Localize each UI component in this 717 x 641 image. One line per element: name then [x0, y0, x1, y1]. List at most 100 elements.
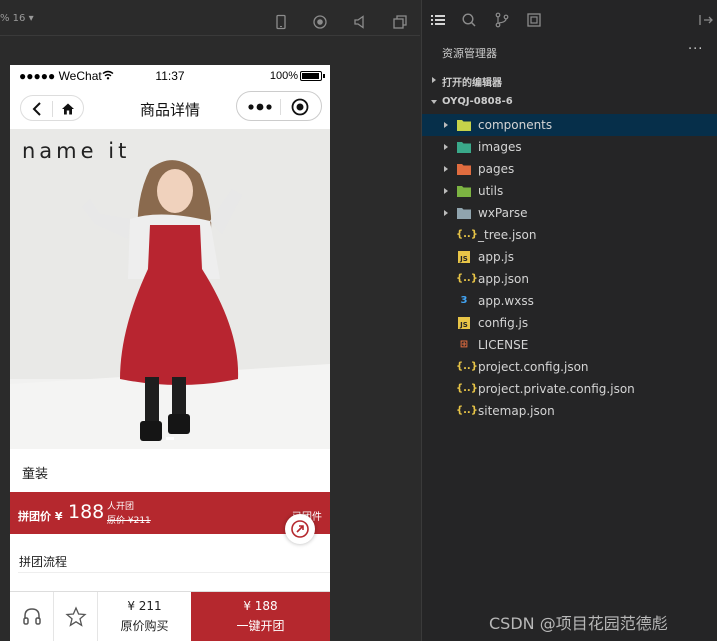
tree-file[interactable]: {..} app.json [422, 268, 717, 290]
chevron-right-icon[interactable] [442, 165, 450, 173]
status-bar: ●●●●● WeChat 11:37 100% [10, 65, 330, 87]
group-price-label: 拼团价 ¥ [18, 510, 63, 523]
tree-file[interactable]: JS app.js [422, 246, 717, 268]
chevron-right-icon[interactable] [442, 187, 450, 195]
battery-cap [323, 74, 325, 78]
record-icon[interactable] [312, 14, 328, 30]
swiper-indicator [166, 437, 174, 440]
chevron-right-icon[interactable] [442, 209, 450, 217]
tree-file[interactable]: JS config.js [422, 312, 717, 334]
tree-file[interactable]: 3 app.wxss [422, 290, 717, 312]
explorer-icon[interactable] [430, 12, 446, 28]
devtools-window: % 16 ▾ ●●●●● WeChat 11:37 100% 商品详情 name… [0, 0, 717, 641]
tree-folder[interactable]: utils [422, 180, 717, 202]
buy-original-price: ¥ 211 [127, 599, 162, 613]
section-project[interactable]: OYQJ-0808-6 [422, 93, 717, 113]
tree-item-label: utils [478, 184, 504, 198]
source-control-icon[interactable] [494, 12, 510, 28]
css-icon: 3 [460, 295, 468, 306]
detach-window-icon[interactable] [392, 14, 408, 30]
tree-file[interactable]: ⊞ LICENSE [422, 334, 717, 356]
buy-original-label: 原价购买 [120, 619, 169, 633]
section-open-editors[interactable]: 打开的编辑器 [422, 71, 717, 91]
tree-item-label: components [478, 118, 553, 132]
chevron-down-icon [431, 100, 437, 104]
license-icon: ⊞ [459, 339, 469, 350]
tree-file[interactable]: {..} project.private.config.json [422, 378, 717, 400]
headset-icon [23, 608, 41, 625]
tree-item-label: wxParse [478, 206, 528, 220]
tree-item-label: project.private.config.json [478, 382, 635, 396]
tree-item-label: project.config.json [478, 360, 589, 374]
activity-toolbar [422, 4, 717, 36]
tree-folder[interactable]: wxParse [422, 202, 717, 224]
favorite-button[interactable] [54, 592, 98, 641]
battery-icon [300, 71, 322, 81]
more-icon[interactable] [247, 100, 273, 114]
phone-icon[interactable] [273, 14, 289, 30]
tree-item-label: config.js [478, 316, 529, 330]
folder-pages-icon [457, 164, 471, 175]
explorer-title: 资源管理器 [442, 47, 497, 60]
volume-icon[interactable] [352, 14, 368, 30]
chevron-right-icon[interactable] [442, 143, 450, 151]
explorer-panel: 资源管理器 ··· 打开的编辑器 OYQJ-0808-6 components i… [421, 0, 717, 641]
original-price-text: 原价 ¥211 [107, 516, 151, 526]
battery-percent: 100% [269, 70, 298, 82]
folder-icon [457, 208, 471, 219]
tree-item-label: app.wxss [478, 294, 534, 308]
folder-components-icon [457, 120, 471, 131]
divider [18, 572, 330, 573]
tree-item-label: pages [478, 162, 515, 176]
zoom-select[interactable]: % 16 ▾ [0, 13, 34, 24]
tree-item-label: images [478, 140, 522, 154]
group-price-value: 188 [68, 501, 105, 523]
tree-file[interactable]: {..} _tree.json [422, 224, 717, 246]
simulator-toolbar: % 16 ▾ [0, 4, 420, 36]
chevron-right-icon[interactable] [442, 121, 450, 129]
js-icon: JS [458, 251, 470, 263]
buy-original-button[interactable]: ¥ 211 原价购买 [98, 592, 191, 641]
navigation-bar: 商品详情 [10, 87, 330, 129]
more-actions-icon[interactable]: ··· [688, 42, 703, 57]
json-icon: {..} [456, 361, 478, 372]
section-project-label: OYQJ-0808-6 [442, 96, 513, 107]
capsule-divider [280, 99, 281, 115]
menu-capsule [236, 91, 322, 121]
folder-utils-icon [457, 186, 471, 197]
brand-logo: name it [22, 139, 131, 163]
tree-item-label: sitemap.json [478, 404, 555, 418]
json-icon: {..} [456, 229, 478, 240]
tree-folder[interactable]: components [422, 114, 717, 136]
tree-file[interactable]: {..} sitemap.json [422, 400, 717, 422]
star-icon [65, 606, 87, 627]
tree-folder[interactable]: pages [422, 158, 717, 180]
start-group-button[interactable]: ¥ 188 一键开团 [191, 592, 330, 641]
start-group-label: 一键开团 [236, 619, 285, 633]
json-icon: {..} [456, 405, 478, 416]
json-icon: {..} [456, 273, 478, 284]
close-miniprogram-icon[interactable] [291, 98, 309, 116]
json-icon: {..} [456, 383, 478, 394]
tree-item-label: app.json [478, 272, 529, 286]
split-editor-icon[interactable] [698, 12, 714, 28]
share-icon [291, 520, 309, 538]
bottom-action-bar: ¥ 211 原价购买 ¥ 188 一键开团 [10, 591, 330, 641]
group-process-title[interactable]: 拼团流程 [19, 553, 67, 570]
phone-simulator: ●●●●● WeChat 11:37 100% 商品详情 name it 童装 … [10, 65, 330, 641]
group-price-bar: 拼团价 ¥ 188 人开团 原价 ¥211 已团件 [10, 492, 330, 534]
tree-item-label: _tree.json [478, 228, 537, 242]
product-name: 童装 [22, 467, 49, 482]
simulator-pane: % 16 ▾ ●●●●● WeChat 11:37 100% 商品详情 name… [0, 0, 420, 641]
start-group-price: ¥ 188 [243, 599, 278, 613]
search-icon[interactable] [461, 12, 477, 28]
tree-item-label: LICENSE [478, 338, 529, 352]
product-image[interactable]: name it [10, 129, 330, 449]
customer-service-button[interactable] [10, 592, 54, 641]
section-open-editors-label: 打开的编辑器 [442, 78, 502, 89]
tree-item-label: app.js [478, 250, 514, 264]
tree-file[interactable]: {..} project.config.json [422, 356, 717, 378]
share-button[interactable] [285, 514, 315, 544]
extensions-icon[interactable] [526, 12, 542, 28]
tree-folder[interactable]: images [422, 136, 717, 158]
